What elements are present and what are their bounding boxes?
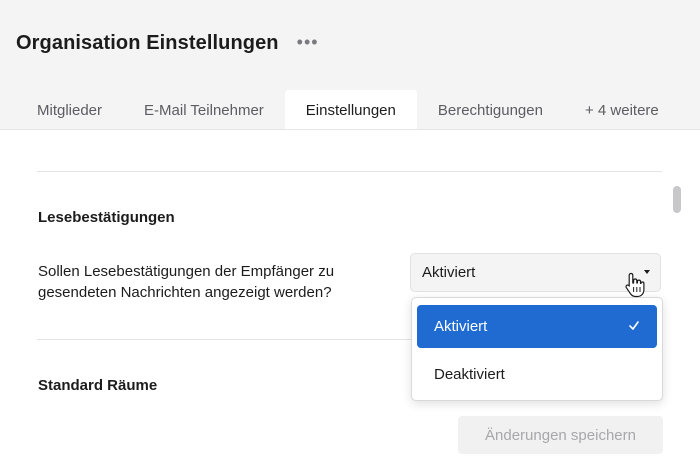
option-aktiviert[interactable]: Aktiviert — [417, 305, 657, 348]
save-button[interactable]: Änderungen speichern — [458, 416, 663, 454]
tab-berechtigungen[interactable]: Berechtigungen — [417, 90, 564, 130]
section-divider — [37, 171, 662, 172]
tab-mitglieder[interactable]: Mitglieder — [16, 90, 123, 130]
page-header: Organisation Einstellungen ••• Mitgliede… — [0, 0, 700, 130]
page-title: Organisation Einstellungen — [16, 32, 279, 54]
title-row: Organisation Einstellungen ••• — [16, 32, 319, 55]
tab-more[interactable]: + 4 weitere — [564, 90, 680, 130]
default-rooms-heading: Standard Räume — [38, 377, 158, 394]
tab-email-teilnehmer[interactable]: E-Mail Teilnehmer — [123, 90, 285, 130]
header-divider — [0, 129, 700, 130]
hand-cursor-icon — [625, 272, 645, 298]
read-receipts-heading: Lesebestätigungen — [38, 209, 175, 226]
select-dropdown-menu: Aktiviert Deaktiviert — [411, 297, 663, 401]
option-deaktiviert[interactable]: Deaktiviert — [417, 353, 657, 396]
option-label: Aktiviert — [434, 318, 488, 335]
check-icon — [629, 321, 639, 330]
scrollbar-thumb[interactable] — [673, 186, 681, 213]
ellipsis-icon[interactable]: ••• — [297, 33, 319, 51]
select-value: Aktiviert — [422, 264, 476, 281]
option-label: Deaktiviert — [434, 366, 505, 383]
tab-bar: Mitglieder E-Mail Teilnehmer Einstellung… — [16, 90, 680, 130]
tab-einstellungen[interactable]: Einstellungen — [284, 90, 417, 130]
read-receipts-question: Sollen Lesebestätigungen der Empfänger z… — [38, 263, 335, 301]
